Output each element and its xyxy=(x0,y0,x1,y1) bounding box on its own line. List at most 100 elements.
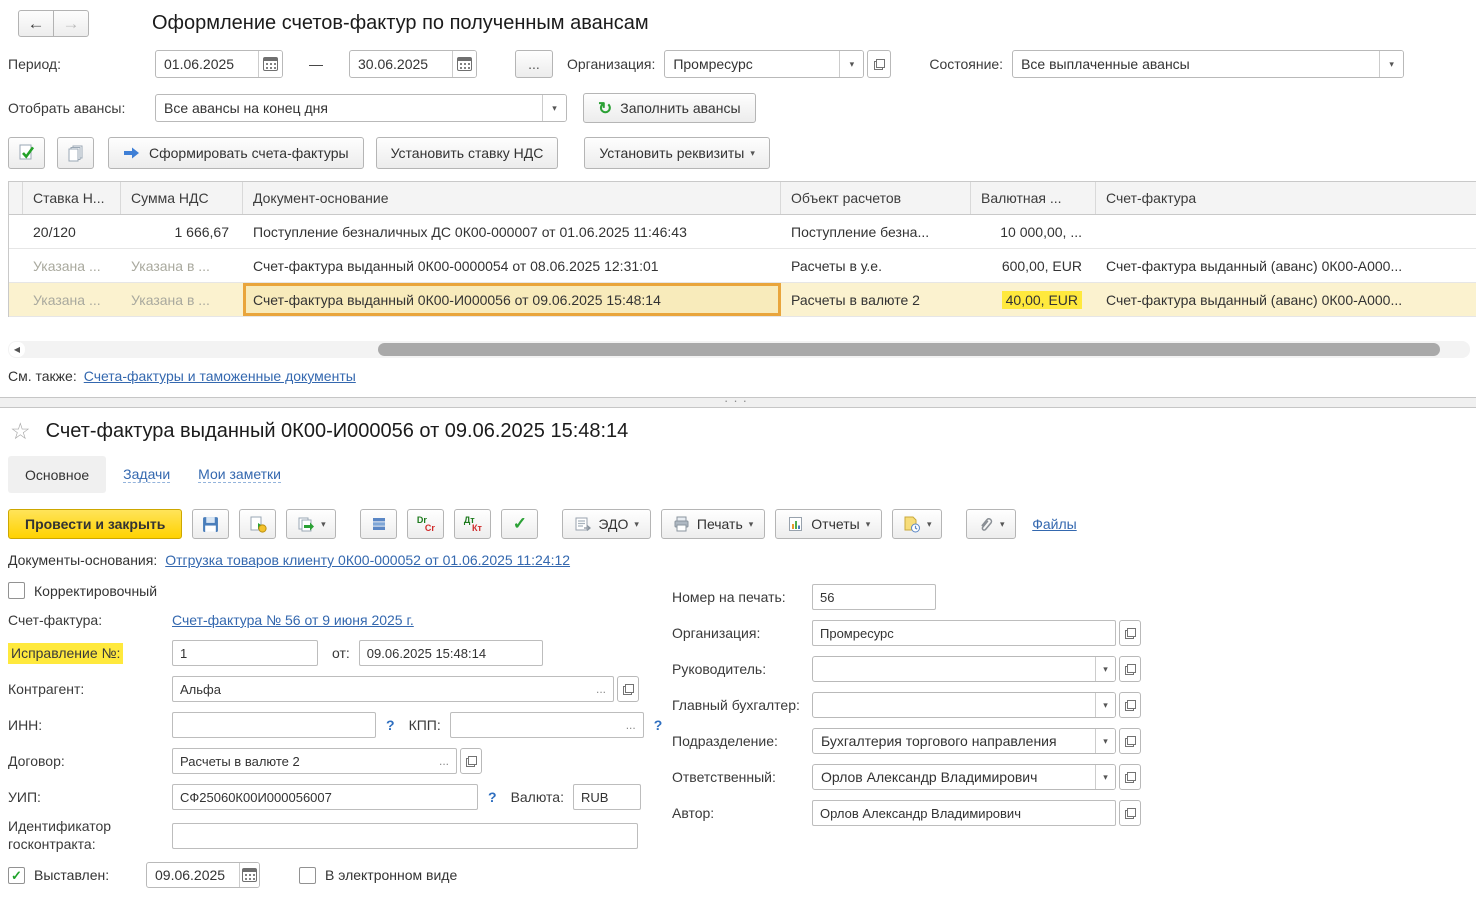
inn-input[interactable] xyxy=(172,712,376,738)
table-row[interactable]: Указана ... Указана в ... Счет-фактура в… xyxy=(9,249,1476,283)
manager-open-button[interactable] xyxy=(1119,656,1141,682)
drcr-button[interactable]: DrCr xyxy=(407,509,444,539)
mark-selected-button[interactable] xyxy=(8,137,45,169)
pick-advances-value[interactable]: Все авансы на конец дня xyxy=(156,95,542,121)
organization-select[interactable]: Промресурс ▾ xyxy=(664,50,864,78)
organization-open-button[interactable] xyxy=(1119,620,1141,646)
reports-button[interactable]: Отчеты ▾ xyxy=(775,509,882,539)
print-button[interactable]: Печать ▾ xyxy=(661,509,765,539)
post-document-button[interactable] xyxy=(239,509,276,539)
department-select[interactable]: Бухгалтерия торгового направления ▾ xyxy=(812,728,1116,754)
gov-contract-input[interactable] xyxy=(172,823,638,849)
cell-invoice[interactable] xyxy=(1096,215,1476,248)
calendar-button[interactable] xyxy=(258,51,282,77)
tab-tasks[interactable]: Задачи xyxy=(123,466,170,483)
copy-pages-button[interactable] xyxy=(57,137,94,169)
help-icon[interactable]: ? xyxy=(488,789,497,805)
cell-currency[interactable]: 10 000,00, ... xyxy=(971,215,1096,248)
tab-main[interactable]: Основное xyxy=(8,456,106,493)
cell-vat[interactable]: 1 666,67 xyxy=(121,215,243,248)
period-to-value[interactable]: 30.06.2025 xyxy=(350,51,452,77)
set-attributes-button[interactable]: Установить реквизиты ▾ xyxy=(584,137,770,169)
chevron-down-icon[interactable]: ▾ xyxy=(1095,729,1115,753)
check-button[interactable]: ✓ xyxy=(501,509,538,539)
period-from-field[interactable]: 01.06.2025 xyxy=(155,50,283,78)
horizontal-scrollbar[interactable]: ◀ xyxy=(8,341,1470,358)
print-number-input[interactable]: 56 xyxy=(812,584,936,610)
chevron-down-icon[interactable]: ▾ xyxy=(839,51,863,77)
col-vat[interactable]: Сумма НДС xyxy=(121,182,243,214)
choose-icon[interactable]: ... xyxy=(590,682,606,696)
revision-number-input[interactable]: 1 xyxy=(172,640,318,666)
col-doc[interactable]: Документ-основание xyxy=(243,182,781,214)
chevron-down-icon[interactable]: ▾ xyxy=(1095,657,1115,681)
organization-value[interactable]: Промресурс xyxy=(665,51,839,77)
selected-cell[interactable]: Счет-фактура выданный 0К00-И000056 от 09… xyxy=(243,283,781,316)
generate-invoices-button[interactable]: Сформировать счета-фактуры xyxy=(108,137,364,169)
edo-button[interactable]: ЭДО ▾ xyxy=(562,509,651,539)
cell-doc-selected[interactable]: Счет-фактура выданный 0К00-И000056 от 09… xyxy=(243,283,781,316)
chief-accountant-select[interactable]: ▾ xyxy=(812,692,1116,718)
save-button[interactable] xyxy=(192,509,229,539)
pane-splitter[interactable]: ··· xyxy=(0,397,1476,408)
cell-currency[interactable]: 40,00, EUR xyxy=(971,283,1096,316)
author-field[interactable]: Орлов Александр Владимирович xyxy=(812,800,1116,826)
attachments-button[interactable]: ▾ xyxy=(966,509,1016,539)
table-row-selected[interactable]: Указана ... Указана в ... Счет-фактура в… xyxy=(9,283,1476,317)
chief-accountant-value[interactable] xyxy=(813,693,1095,717)
cell-object[interactable]: Расчеты в валюте 2 xyxy=(781,283,971,316)
set-vat-rate-button[interactable]: Установить ставку НДС xyxy=(376,137,559,169)
kpp-input[interactable]: ... xyxy=(450,712,644,738)
author-open-button[interactable] xyxy=(1119,800,1141,826)
responsible-select[interactable]: Орлов Александр Владимирович ▾ xyxy=(812,764,1116,790)
pick-advances-select[interactable]: Все авансы на конец дня ▾ xyxy=(155,94,567,122)
favorite-star-icon[interactable]: ☆ xyxy=(10,420,31,443)
chevron-down-icon[interactable]: ▾ xyxy=(1379,51,1403,77)
forward-button[interactable]: → xyxy=(53,10,89,37)
post-and-close-button[interactable]: Провести и закрыть xyxy=(8,509,182,539)
invoice-link[interactable]: Счет-фактура № 56 от 9 июня 2025 г. xyxy=(172,612,414,628)
revision-date-input[interactable]: 09.06.2025 15:48:14 xyxy=(359,640,543,666)
issued-checkbox[interactable]: ✓ xyxy=(8,867,25,884)
cell-object[interactable]: Поступление безна... xyxy=(781,215,971,248)
cell-vat[interactable]: Указана в ... xyxy=(121,283,243,316)
choose-icon[interactable]: ... xyxy=(620,718,636,732)
scrollbar-thumb[interactable] xyxy=(378,343,1440,356)
cell-invoice[interactable]: Счет-фактура выданный (аванс) 0К00-А000.… xyxy=(1096,249,1476,282)
chevron-down-icon[interactable]: ▾ xyxy=(1095,693,1115,717)
dtkt-button[interactable]: ДтКт xyxy=(454,509,491,539)
period-to-field[interactable]: 30.06.2025 xyxy=(349,50,477,78)
manager-value[interactable] xyxy=(813,657,1095,681)
col-currency[interactable]: Валютная ... xyxy=(971,182,1096,214)
uip-input[interactable]: СФ25060К00И000056007 xyxy=(172,784,478,810)
counterparty-input[interactable]: Альфа ... xyxy=(172,676,614,702)
chief-accountant-open-button[interactable] xyxy=(1119,692,1141,718)
issued-date-value[interactable]: 09.06.2025 xyxy=(147,863,239,887)
chevron-down-icon[interactable]: ▾ xyxy=(1095,765,1115,789)
fill-advances-button[interactable]: ↻ Заполнить авансы xyxy=(583,93,756,123)
state-select[interactable]: Все выплаченные авансы ▾ xyxy=(1012,50,1404,78)
electronic-checkbox[interactable] xyxy=(299,867,316,884)
cell-currency[interactable]: 600,00, EUR xyxy=(971,249,1096,282)
chevron-down-icon[interactable]: ▾ xyxy=(542,95,566,121)
register-records-button[interactable] xyxy=(360,509,397,539)
contract-input[interactable]: Расчеты в валюте 2 ... xyxy=(172,748,457,774)
basis-link[interactable]: Отгрузка товаров клиенту 0К00-000052 от … xyxy=(165,552,570,568)
contract-open-button[interactable] xyxy=(460,748,482,774)
col-rate[interactable]: Ставка Н... xyxy=(23,182,121,214)
period-from-value[interactable]: 01.06.2025 xyxy=(156,51,258,77)
cell-invoice[interactable]: Счет-фактура выданный (аванс) 0К00-А000.… xyxy=(1096,283,1476,316)
organization-open-button[interactable] xyxy=(867,50,891,78)
manager-select[interactable]: ▾ xyxy=(812,656,1116,682)
counterparty-open-button[interactable] xyxy=(617,676,639,702)
period-more-button[interactable]: ... xyxy=(515,50,553,78)
cell-doc[interactable]: Поступление безналичных ДС 0К00-000007 о… xyxy=(243,215,781,248)
scroll-left-arrow-icon[interactable]: ◀ xyxy=(9,342,25,357)
department-value[interactable]: Бухгалтерия торгового направления xyxy=(813,729,1095,753)
create-based-on-button[interactable]: ▾ xyxy=(286,509,336,539)
calendar-button[interactable] xyxy=(239,863,259,887)
currency-input[interactable]: RUB xyxy=(573,784,641,810)
state-value[interactable]: Все выплаченные авансы xyxy=(1013,51,1379,77)
table-row[interactable]: 20/120 1 666,67 Поступление безналичных … xyxy=(9,215,1476,249)
choose-icon[interactable]: ... xyxy=(433,754,449,768)
